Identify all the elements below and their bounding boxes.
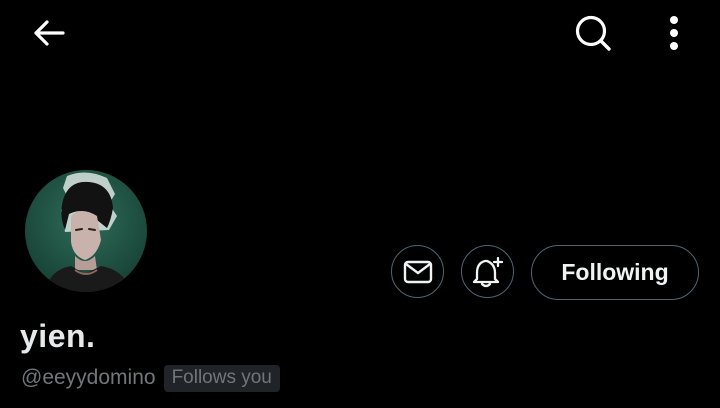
bell-plus-icon xyxy=(472,256,503,287)
search-button[interactable] xyxy=(569,10,617,56)
display-name: yien. xyxy=(20,318,96,354)
more-options-button[interactable] xyxy=(654,10,694,56)
arrow-left-icon xyxy=(34,20,65,46)
message-button[interactable] xyxy=(391,245,444,298)
notifications-button[interactable] xyxy=(461,245,514,298)
more-vertical-icon xyxy=(670,16,678,50)
top-bar xyxy=(0,0,720,70)
following-button[interactable]: Following xyxy=(531,245,699,300)
profile-avatar[interactable] xyxy=(25,170,147,292)
search-icon xyxy=(575,15,611,51)
handle-row: @eeyydomino Follows you xyxy=(21,364,280,392)
avatar-image xyxy=(25,170,147,292)
back-button[interactable] xyxy=(26,13,72,53)
user-handle: @eeyydomino xyxy=(21,366,156,389)
envelope-icon xyxy=(403,260,432,283)
follows-you-badge: Follows you xyxy=(163,364,280,392)
